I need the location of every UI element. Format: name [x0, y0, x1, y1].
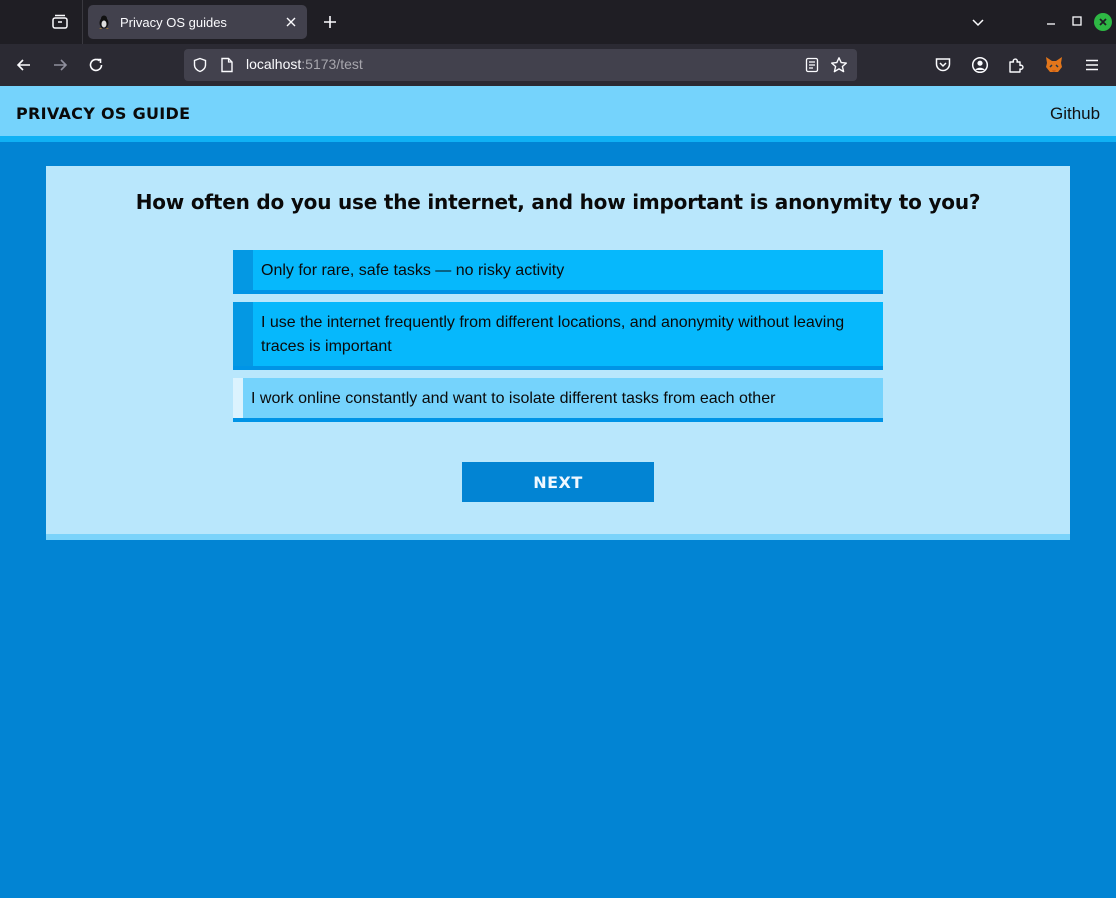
url-bar[interactable]: localhost:5173/test [184, 49, 857, 81]
option-label: I work online constantly and want to iso… [251, 390, 776, 407]
site-brand[interactable]: PRIVACY OS GUIDE [16, 104, 190, 123]
url-path: :5173/test [301, 56, 363, 72]
github-link[interactable]: Github [1050, 104, 1100, 124]
puzzle-icon[interactable] [1005, 54, 1027, 76]
option-label: Only for rare, safe tasks — no risky act… [261, 262, 565, 279]
next-button[interactable]: NEXT [462, 462, 654, 502]
quiz-option-3[interactable]: I work online constantly and want to iso… [233, 378, 883, 422]
quiz-card-bottom-border [46, 534, 1070, 540]
plus-icon[interactable] [318, 10, 342, 34]
account-icon[interactable] [969, 54, 991, 76]
page-icon[interactable] [218, 56, 236, 74]
option-accent-bar [233, 302, 253, 366]
browser-tab[interactable]: Privacy OS guides [88, 5, 307, 39]
quiz-question: How often do you use the internet, and h… [135, 190, 981, 214]
chevron-down-icon[interactable] [966, 10, 990, 34]
tab-list-icon[interactable] [46, 8, 74, 36]
close-icon[interactable] [280, 11, 302, 33]
fox-icon[interactable] [1043, 54, 1065, 76]
arrow-left-icon[interactable] [10, 51, 38, 79]
window-close-icon[interactable] [1094, 13, 1112, 31]
minimize-icon[interactable] [1042, 12, 1060, 30]
browser-nav-bar: localhost:5173/test [0, 44, 1116, 86]
quiz-option-2[interactable]: I use the internet frequently from diffe… [233, 302, 883, 370]
tab-separator [82, 0, 83, 44]
hamburger-menu-icon[interactable] [1081, 54, 1103, 76]
maximize-icon[interactable] [1068, 12, 1086, 30]
option-label: I use the internet frequently from diffe… [261, 314, 845, 355]
penguin-icon [96, 14, 112, 30]
option-accent-bar [233, 250, 253, 290]
site-header-underline [0, 136, 1116, 142]
reload-icon[interactable] [82, 51, 110, 79]
url-text[interactable]: localhost:5173/test [246, 56, 363, 72]
browser-tab-bar: Privacy OS guides [0, 0, 1116, 44]
tab-title: Privacy OS guides [120, 14, 227, 30]
reader-view-icon[interactable] [803, 56, 821, 74]
option-accent-bar [233, 378, 243, 418]
star-icon[interactable] [830, 56, 848, 74]
pocket-icon[interactable] [932, 54, 954, 76]
quiz-option-1[interactable]: Only for rare, safe tasks — no risky act… [233, 250, 883, 294]
arrow-right-icon[interactable] [46, 51, 74, 79]
url-host: localhost [246, 56, 302, 72]
shield-icon[interactable] [191, 56, 209, 74]
